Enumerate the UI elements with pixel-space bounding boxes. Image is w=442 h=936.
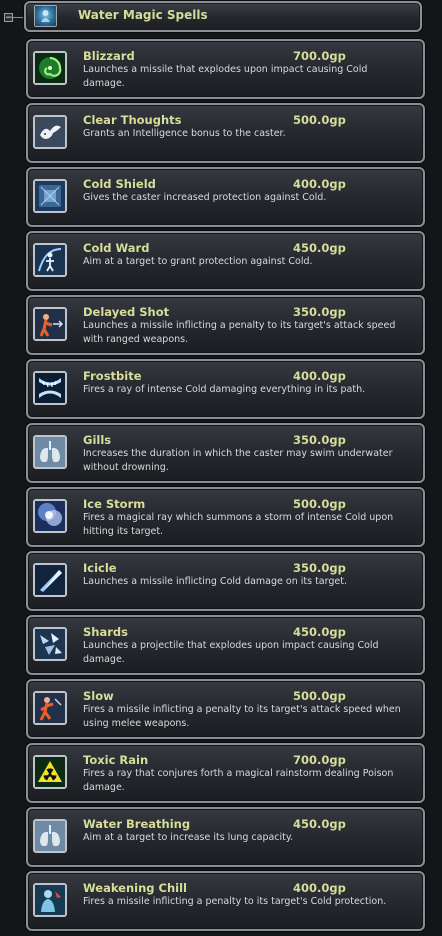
spell-price: 400.0gp xyxy=(293,177,346,191)
spell-price: 450.0gp xyxy=(293,241,346,255)
spell-name: Frostbite xyxy=(83,369,142,383)
spell-description: Launches a missile inflicting Cold damag… xyxy=(83,576,347,587)
spell-price: 700.0gp xyxy=(293,753,346,767)
collapse-toggle-icon[interactable]: − xyxy=(4,13,13,23)
spell-name: Delayed Shot xyxy=(83,305,170,319)
cold-shield-icon xyxy=(33,179,67,213)
slow-icon xyxy=(33,691,67,725)
icicle-icon xyxy=(33,563,67,597)
spell-price: 500.0gp xyxy=(293,113,346,127)
spell-item[interactable]: Water Breathing 450.0gp Aim at a target … xyxy=(26,807,425,867)
spell-description: Fires a ray of intense Cold damaging eve… xyxy=(83,384,366,395)
weakening-chill-icon xyxy=(33,883,67,917)
spell-price: 500.0gp xyxy=(293,689,346,703)
spell-description: Grants an Intelligence bonus to the cast… xyxy=(83,128,286,139)
spell-name: Shards xyxy=(83,625,128,639)
spell-item[interactable]: Blizzard 700.0gp Launches a missile that… xyxy=(26,39,425,99)
lungs-icon xyxy=(33,435,67,469)
spell-description: Launches a projectile that explodes upon… xyxy=(83,640,379,665)
tree-connector xyxy=(13,17,23,18)
spell-name: Blizzard xyxy=(83,49,135,63)
spell-description: Aim at a target to increase its lung cap… xyxy=(83,832,294,843)
spell-price: 350.0gp xyxy=(293,305,346,319)
spell-description: Gives the caster increased protection ag… xyxy=(83,192,327,203)
category-header[interactable]: Water Magic Spells xyxy=(24,1,422,32)
spell-item[interactable]: Toxic Rain 700.0gp Fires a ray that conj… xyxy=(26,743,425,803)
spell-item[interactable]: Gills 350.0gp Increases the duration in … xyxy=(26,423,425,483)
spell-name: Slow xyxy=(83,689,114,703)
spell-description: Launches a missile inflicting a penalty … xyxy=(83,320,396,345)
spell-description: Fires a ray that conjures forth a magica… xyxy=(83,768,394,793)
frostbite-icon xyxy=(33,371,67,405)
spell-price: 350.0gp xyxy=(293,433,346,447)
spell-price: 500.0gp xyxy=(293,497,346,511)
spell-name: Clear Thoughts xyxy=(83,113,182,127)
spell-description: Fires a missile inflicting a penalty to … xyxy=(83,704,401,729)
dove-icon xyxy=(33,115,67,149)
spell-name: Cold Shield xyxy=(83,177,156,191)
spell-name: Cold Ward xyxy=(83,241,150,255)
spell-price: 450.0gp xyxy=(293,625,346,639)
spell-price: 450.0gp xyxy=(293,817,346,831)
spell-name: Ice Storm xyxy=(83,497,146,511)
spell-item[interactable]: Weakening Chill 400.0gp Fires a missile … xyxy=(26,871,425,931)
lungs-icon xyxy=(33,819,67,853)
water-magic-icon xyxy=(34,5,57,27)
spell-price: 700.0gp xyxy=(293,49,346,63)
delayed-shot-icon xyxy=(33,307,67,341)
spell-description: Fires a magical ray which summons a stor… xyxy=(83,512,394,537)
spell-price: 400.0gp xyxy=(293,881,346,895)
spell-description: Launches a missile that explodes upon im… xyxy=(83,64,368,89)
spell-item[interactable]: Shards 450.0gp Launches a projectile tha… xyxy=(26,615,425,675)
spell-item[interactable]: Ice Storm 500.0gp Fires a magical ray wh… xyxy=(26,487,425,547)
spell-description: Fires a missile inflicting a penalty to … xyxy=(83,896,387,907)
spell-item[interactable]: Clear Thoughts 500.0gp Grants an Intelli… xyxy=(26,103,425,163)
spell-item[interactable]: Cold Ward 450.0gp Aim at a target to gra… xyxy=(26,231,425,291)
spell-item[interactable]: Slow 500.0gp Fires a missile inflicting … xyxy=(26,679,425,739)
blizzard-icon xyxy=(33,51,67,85)
spell-name: Water Breathing xyxy=(83,817,191,831)
spell-name: Weakening Chill xyxy=(83,881,187,895)
spell-item[interactable]: Delayed Shot 350.0gp Launches a missile … xyxy=(26,295,425,355)
spell-name: Toxic Rain xyxy=(83,753,149,767)
spell-description: Increases the duration in which the cast… xyxy=(83,448,393,473)
spell-name: Gills xyxy=(83,433,112,447)
shards-icon xyxy=(33,627,67,661)
spell-name: Icicle xyxy=(83,561,117,575)
radiation-icon xyxy=(33,755,67,789)
spell-price: 400.0gp xyxy=(293,369,346,383)
cold-ward-icon xyxy=(33,243,67,277)
spell-price: 350.0gp xyxy=(293,561,346,575)
spell-item[interactable]: Frostbite 400.0gp Fires a ray of intense… xyxy=(26,359,425,419)
spell-item[interactable]: Icicle 350.0gp Launches a missile inflic… xyxy=(26,551,425,611)
ice-storm-icon xyxy=(33,499,67,533)
spell-description: Aim at a target to grant protection agai… xyxy=(83,256,313,267)
category-title: Water Magic Spells xyxy=(78,8,208,22)
spell-item[interactable]: Cold Shield 400.0gp Gives the caster inc… xyxy=(26,167,425,227)
